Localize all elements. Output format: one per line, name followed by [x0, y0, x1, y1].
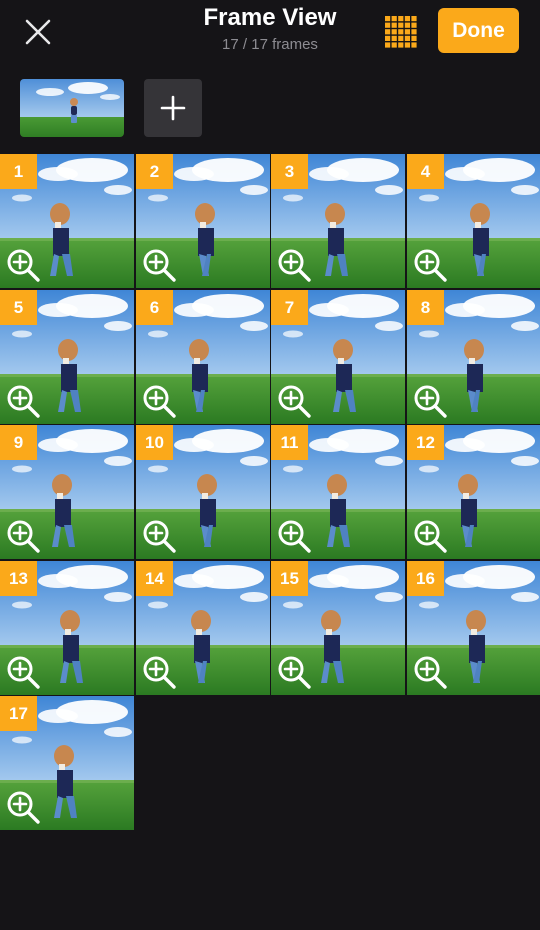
frame-number-badge: 16 — [407, 561, 444, 596]
frame-cell[interactable]: 5 — [0, 290, 134, 424]
frame-number-badge: 10 — [136, 425, 173, 460]
frame-cell[interactable]: 9 — [0, 425, 134, 559]
frame-number-badge: 1 — [0, 154, 37, 189]
frame-cell[interactable]: 7 — [271, 290, 405, 424]
frame-count: 17 / 17 frames — [222, 36, 318, 53]
frame-number-badge: 6 — [136, 290, 173, 325]
close-button[interactable] — [18, 12, 58, 52]
frame-cell[interactable]: 10 — [136, 425, 270, 559]
zoom-in-icon[interactable] — [412, 247, 448, 283]
zoom-in-icon[interactable] — [141, 518, 177, 554]
zoom-in-icon[interactable] — [276, 383, 312, 419]
frame-number-badge: 5 — [0, 290, 37, 325]
frame-cell[interactable]: 12 — [407, 425, 540, 559]
zoom-in-icon[interactable] — [141, 654, 177, 690]
frame-number-badge: 7 — [271, 290, 308, 325]
frame-number-badge: 8 — [407, 290, 444, 325]
frame-number-badge: 3 — [271, 154, 308, 189]
frame-number-badge: 14 — [136, 561, 173, 596]
frame-cell[interactable]: 3 — [271, 154, 405, 288]
frame-grid: 1 2 3 4 5 6 7 8 9 10 11 12 13 14 15 16 17 — [0, 154, 540, 830]
page-title: Frame View — [203, 4, 337, 31]
zoom-in-icon[interactable] — [412, 383, 448, 419]
zoom-in-icon[interactable] — [412, 654, 448, 690]
frame-cell[interactable]: 15 — [271, 561, 405, 695]
frame-cell[interactable]: 4 — [407, 154, 540, 288]
grid-view-button[interactable] — [381, 12, 421, 52]
frame-number-badge: 13 — [0, 561, 37, 596]
title-block: Frame View 17 / 17 frames — [150, 4, 390, 55]
frame-cell[interactable]: 13 — [0, 561, 134, 695]
zoom-in-icon[interactable] — [141, 383, 177, 419]
zoom-in-icon[interactable] — [5, 789, 41, 825]
grid-view-icon — [385, 16, 417, 48]
frame-cell[interactable]: 17 — [0, 696, 134, 830]
frame-number-badge: 12 — [407, 425, 444, 460]
frame-number-badge: 11 — [271, 425, 308, 460]
add-frame-button[interactable] — [144, 79, 202, 137]
frame-cell[interactable]: 8 — [407, 290, 540, 424]
zoom-in-icon[interactable] — [141, 247, 177, 283]
top-bar: Frame View 17 / 17 frames Done — [0, 0, 540, 62]
frame-cell[interactable]: 2 — [136, 154, 270, 288]
frame-cell[interactable]: 14 — [136, 561, 270, 695]
frame-cell[interactable]: 6 — [136, 290, 270, 424]
zoom-in-icon[interactable] — [5, 654, 41, 690]
zoom-in-icon[interactable] — [5, 247, 41, 283]
frame-cell[interactable]: 11 — [271, 425, 405, 559]
frame-number-badge: 2 — [136, 154, 173, 189]
zoom-in-icon[interactable] — [276, 654, 312, 690]
zoom-in-icon[interactable] — [276, 518, 312, 554]
zoom-in-icon[interactable] — [412, 518, 448, 554]
zoom-in-icon[interactable] — [5, 518, 41, 554]
frame-cell[interactable]: 1 — [0, 154, 134, 288]
frame-cell[interactable]: 16 — [407, 561, 540, 695]
frame-image — [20, 79, 124, 137]
frame-number-badge: 9 — [0, 425, 37, 460]
frame-number-badge: 15 — [271, 561, 308, 596]
done-button[interactable]: Done — [438, 8, 519, 53]
frame-number-badge: 17 — [0, 696, 37, 731]
selected-frames-strip — [0, 79, 540, 137]
plus-icon — [160, 95, 186, 121]
zoom-in-icon[interactable] — [276, 247, 312, 283]
close-icon — [25, 19, 51, 45]
selected-frame-thumbnail[interactable] — [20, 79, 124, 137]
frame-number-badge: 4 — [407, 154, 444, 189]
zoom-in-icon[interactable] — [5, 383, 41, 419]
